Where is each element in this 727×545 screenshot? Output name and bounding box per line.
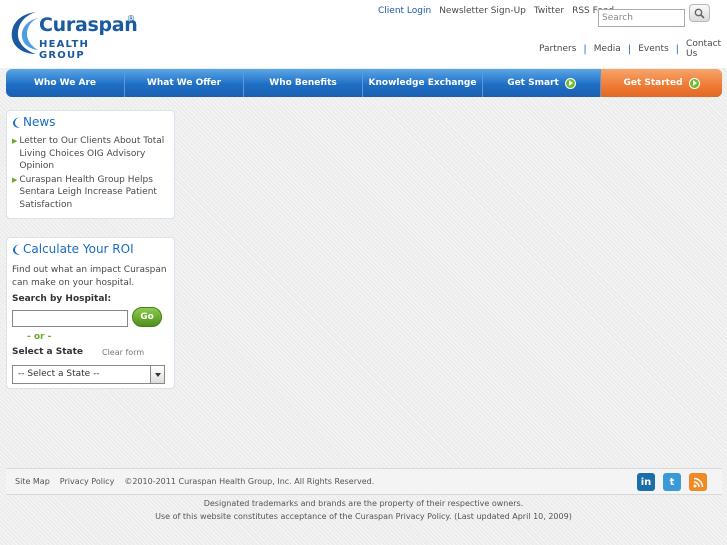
swoosh-icon [11, 12, 38, 54]
main-nav: Who We Are What We Offer Who Benefits Kn… [6, 69, 722, 97]
divider: | [627, 43, 632, 55]
header: Curaspan ® HEALTH GROUP Client Login New… [0, 0, 727, 68]
rss-glyph [693, 477, 703, 487]
top-links: Client Login Newsletter Sign-Up Twitter … [378, 6, 614, 16]
roi-calculator-panel: Calculate Your ROI Find out what an impa… [6, 237, 175, 389]
logo-subtitle: HEALTH GROUP [39, 39, 90, 61]
site-map-link[interactable]: Site Map [15, 477, 50, 486]
newsletter-signup-link[interactable]: Newsletter Sign-Up [439, 6, 526, 16]
twitter-link[interactable]: Twitter [534, 6, 564, 16]
nav-who-benefits[interactable]: Who Benefits [244, 69, 363, 97]
roi-title: Calculate Your ROI [23, 242, 134, 256]
rss-icon[interactable] [689, 473, 707, 491]
state-select-value: -- Select a State -- [18, 369, 100, 379]
secondary-links: Partners | Media | Events | Contact Us [539, 39, 727, 59]
nav-label: Knowledge Exchange [368, 78, 477, 88]
logo-registered-mark: ® [127, 14, 135, 23]
partners-link[interactable]: Partners [539, 44, 576, 54]
curaspan-logo[interactable]: Curaspan ® HEALTH GROUP [8, 8, 138, 61]
roi-description: Find out what an impact Curaspan can mak… [12, 265, 167, 288]
events-link[interactable]: Events [638, 44, 668, 54]
nav-label: Get Smart [507, 78, 559, 88]
nav-what-we-offer[interactable]: What We Offer [125, 69, 244, 97]
search-icon [694, 8, 705, 19]
or-divider: - or - [27, 332, 52, 342]
news-list: ▶ Letter to Our Clients About Total Livin… [12, 135, 172, 212]
chevron-down-icon[interactable] [150, 366, 164, 383]
divider: | [675, 43, 680, 55]
twitter-icon[interactable]: t [663, 473, 681, 491]
nav-knowledge-exchange[interactable]: Knowledge Exchange [363, 69, 483, 97]
linkedin-icon[interactable]: in [637, 473, 655, 491]
swoosh-icon [13, 116, 20, 128]
footer-links: Site Map Privacy Policy ©2010-2011 Curas… [15, 477, 374, 486]
client-login-link[interactable]: Client Login [378, 6, 431, 16]
nav-who-we-are[interactable]: Who We Are [6, 69, 125, 97]
privacy-policy-link[interactable]: Privacy Policy [60, 477, 115, 486]
footer-bar: Site Map Privacy Policy ©2010-2011 Curas… [6, 468, 722, 495]
contact-us-link[interactable]: Contact Us [686, 39, 727, 59]
hospital-search-label: Search by Hospital: [12, 294, 112, 304]
nav-label: Who We Are [33, 78, 96, 88]
state-select[interactable]: -- Select a State -- [12, 365, 165, 384]
news-item[interactable]: ▶ Curaspan Health Group Helps Sentara Lei… [12, 174, 172, 212]
legal-trademarks: Designated trademarks and brands are the… [203, 499, 524, 508]
copyright-text: ©2010-2011 Curaspan Health Group, Inc. A… [124, 477, 375, 486]
bullet-arrow-icon: ▶ [12, 175, 18, 184]
search-input[interactable] [598, 9, 685, 27]
divider: | [583, 43, 587, 55]
play-arrow-icon [564, 77, 576, 89]
nav-label: What We Offer [146, 78, 222, 88]
play-arrow-icon [688, 77, 700, 89]
news-item[interactable]: ▶ Letter to Our Clients About Total Livin… [12, 135, 172, 173]
logo-name: Curaspan [39, 14, 138, 36]
swoosh-icon [13, 243, 20, 255]
clear-form-link[interactable]: Clear form [102, 348, 144, 357]
nav-get-started[interactable]: Get Started [601, 69, 722, 97]
hospital-search-input[interactable] [12, 310, 128, 327]
news-title: News [23, 115, 56, 129]
news-heading: News [12, 115, 55, 129]
select-state-label: Select a State [12, 347, 84, 357]
news-item-text: Letter to Our Clients About Total Living… [19, 136, 165, 171]
search-button[interactable] [689, 4, 710, 22]
nav-get-smart[interactable]: Get Smart [483, 69, 601, 97]
go-button[interactable]: Go [132, 307, 162, 327]
news-panel: News ▶ Letter to Our Clients About Total … [6, 110, 175, 219]
media-link[interactable]: Media [594, 44, 621, 54]
news-item-text: Curaspan Health Group Helps Sentara Leig… [19, 174, 157, 210]
roi-heading: Calculate Your ROI [12, 242, 134, 256]
bullet-arrow-icon: ▶ [12, 137, 18, 145]
nav-label: Get Started [623, 78, 683, 88]
legal-privacy-acceptance: Use of this website constitutes acceptan… [155, 512, 572, 521]
nav-label: Who Benefits [269, 78, 337, 88]
